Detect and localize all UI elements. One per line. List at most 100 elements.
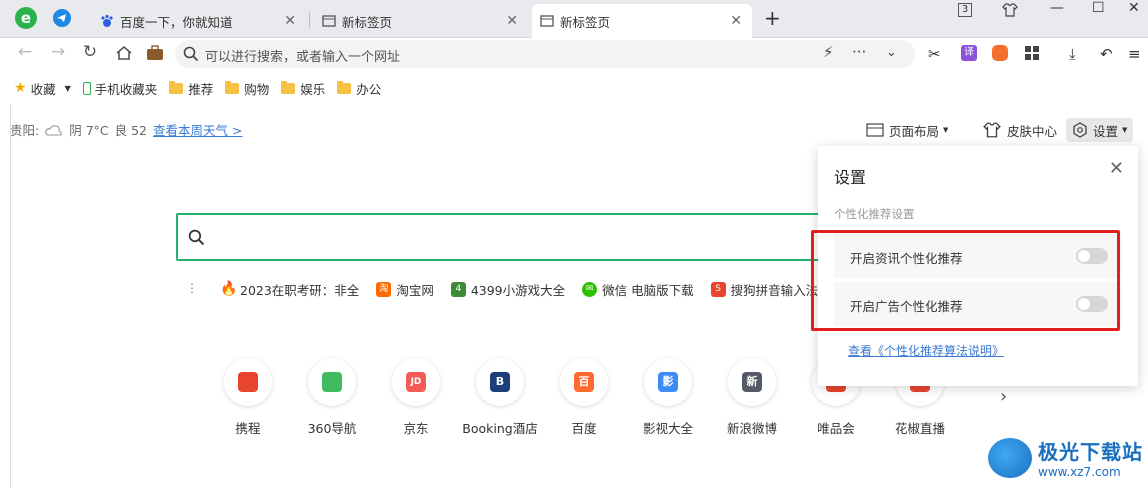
bookmark-folder[interactable]: 购物 (225, 79, 269, 98)
site-tile[interactable]: B Booking酒店 (458, 358, 542, 437)
back-button[interactable]: ← (14, 42, 36, 62)
algorithm-explanation-link[interactable]: 查看《个性化推荐算法说明》 (848, 342, 1004, 359)
folder-icon (337, 80, 352, 94)
site-tile[interactable]: 新 新浪微博 (710, 358, 794, 437)
page-layout-button[interactable]: 页面布局 ▼ (866, 118, 948, 142)
bookmark-folder[interactable]: 办公 (337, 79, 381, 98)
bookmark-label: 收藏 (30, 81, 56, 97)
maximize-button[interactable]: ☐ (1092, 0, 1105, 16)
browser-logo-icon[interactable]: e (14, 6, 38, 30)
tab-newtab-active[interactable]: 新标签页 ✕ (532, 4, 752, 38)
undo-icon[interactable]: ↶ (1100, 45, 1116, 63)
bookmark-label: 推荐 (188, 81, 214, 97)
site-label: Booking酒店 (462, 421, 538, 436)
hotlink-item[interactable]: 淘 淘宝网 (376, 280, 434, 299)
bookmark-folder[interactable]: 娱乐 (281, 79, 325, 98)
baidu-paw-icon (101, 14, 113, 27)
vertical-dots-icon[interactable]: ⋮ (186, 281, 198, 295)
navigation-bar: ← → ↻ 可以进行搜索，或者输入一个网址 ⚡ ··· ⌄ ✂ 译 ⤓ ↶ ≡ (0, 38, 1148, 70)
site-label: 百度 (571, 421, 597, 436)
bookmark-label: 手机收藏夹 (94, 81, 158, 97)
briefcase-icon[interactable] (144, 45, 166, 61)
translate-icon[interactable]: 译 (961, 45, 977, 61)
site-icon-circle: 影 (644, 358, 692, 406)
close-window-button[interactable]: ✕ (1128, 0, 1140, 16)
chevron-down-icon[interactable]: ⌄ (886, 45, 897, 60)
settings-panel-title: 设置 (834, 168, 867, 187)
search-icon (188, 229, 205, 246)
tab-strip: e 百度一下，你就知道 ✕ 新标签页 ✕ 新标签页 ✕ + 3 — ☐ ✕ (0, 0, 1148, 38)
address-bar[interactable]: 可以进行搜索，或者输入一个网址 (175, 40, 915, 68)
site-tile[interactable]: JD 京东 (374, 358, 458, 437)
site-icon-circle: B (476, 358, 524, 406)
sogou-icon: S (710, 282, 726, 297)
hotlink-label: 淘宝网 (396, 283, 434, 298)
close-icon[interactable]: ✕ (1109, 158, 1124, 179)
close-tab-icon[interactable]: ✕ (730, 13, 742, 29)
bookmark-folder[interactable]: 推荐 (169, 79, 213, 98)
tab-title: 新标签页 (560, 14, 611, 30)
watermark-url: www.xz7.com (1038, 465, 1121, 479)
site-tile[interactable]: 携程 (206, 358, 290, 437)
address-placeholder: 可以进行搜索，或者输入一个网址 (205, 50, 401, 65)
ctrip-icon (238, 372, 258, 392)
hotlink-item[interactable]: ✉ 微信 电脑版下载 (582, 280, 694, 299)
home-button[interactable] (113, 45, 135, 61)
flame-icon: 🔥 (220, 281, 238, 297)
reload-button[interactable]: ↻ (79, 42, 101, 62)
bookmark-label: 办公 (356, 81, 382, 97)
bookmark-label: 娱乐 (300, 81, 326, 97)
folder-icon (225, 80, 240, 94)
site-tile[interactable]: 360导航 (290, 358, 374, 437)
weather-week-link[interactable]: 查看本周天气 > (153, 120, 242, 139)
page-search-input[interactable] (176, 213, 836, 261)
skin-center-button[interactable]: 皮肤中心 (983, 118, 1057, 142)
hotlink-item[interactable]: 🔥 2023在职考研：非全 (220, 280, 359, 299)
skin-shirt-icon[interactable] (1002, 3, 1018, 17)
site-label: 影视大全 (642, 421, 693, 436)
section-heading: 个性化推荐设置 (834, 207, 915, 221)
bookmark-favorites[interactable]: ★ 收藏 ▼ (14, 79, 71, 98)
menu-icon[interactable]: ≡ (1128, 45, 1144, 63)
tab-count-badge[interactable]: 3 (958, 3, 972, 17)
weather-city: 贵阳: (10, 123, 40, 138)
lightning-icon[interactable]: ⚡ (823, 43, 834, 61)
scissors-icon[interactable]: ✂ (928, 45, 944, 63)
wechat-icon: ✉ (582, 282, 598, 297)
tab-divider (309, 12, 310, 28)
more-options-icon[interactable]: ··· (852, 43, 866, 61)
watermark-icon (988, 437, 1032, 478)
forward-button[interactable]: → (47, 42, 69, 62)
settings-label: 设置 (1093, 123, 1119, 139)
dropdown-arrow-icon[interactable]: ▼ (65, 84, 71, 93)
close-tab-icon[interactable]: ✕ (506, 13, 518, 29)
minimize-button[interactable]: — (1050, 0, 1064, 16)
site-tile[interactable]: 百 百度 (542, 358, 626, 437)
hotlink-label: 2023在职考研：非全 (240, 283, 360, 298)
layout-icon (866, 123, 884, 137)
page-icon (540, 15, 554, 27)
svg-text:e: e (21, 9, 31, 27)
settings-button[interactable]: 设置 ▼ (1066, 118, 1134, 142)
skin-shirt-icon (983, 122, 1001, 138)
telegram-icon[interactable] (53, 9, 71, 27)
hotlink-item[interactable]: 4 4399小游戏大全 (450, 280, 565, 299)
jd-icon: JD (406, 372, 426, 392)
game-controller-icon[interactable] (992, 45, 1008, 61)
tab-newtab-1[interactable]: 新标签页 ✕ (314, 4, 528, 38)
site-tile[interactable]: 影 影视大全 (626, 358, 710, 437)
new-tab-button[interactable]: + (764, 6, 781, 30)
bookmark-mobile[interactable]: 手机收藏夹 (82, 79, 158, 98)
hotlink-item[interactable]: S 搜狗拼音输入法 (710, 280, 818, 299)
caret-down-icon: ▼ (1122, 126, 1128, 134)
weather-condition: 阴 7°C (69, 123, 109, 138)
download-icon[interactable]: ⤓ (1069, 45, 1085, 63)
close-tab-icon[interactable]: ✕ (284, 13, 296, 29)
bookmarks-bar: ★ 收藏 ▼ 手机收藏夹 推荐 购物 娱乐 办公 (0, 75, 1148, 101)
apps-grid-icon[interactable] (1024, 45, 1040, 61)
chevron-right-icon[interactable]: › (1000, 386, 1007, 407)
caret-down-icon: ▼ (943, 126, 949, 134)
watermark-title: 极光下载站 (1038, 440, 1143, 464)
gear-icon (1073, 122, 1087, 138)
tab-baidu[interactable]: 百度一下，你就知道 ✕ (92, 4, 306, 38)
